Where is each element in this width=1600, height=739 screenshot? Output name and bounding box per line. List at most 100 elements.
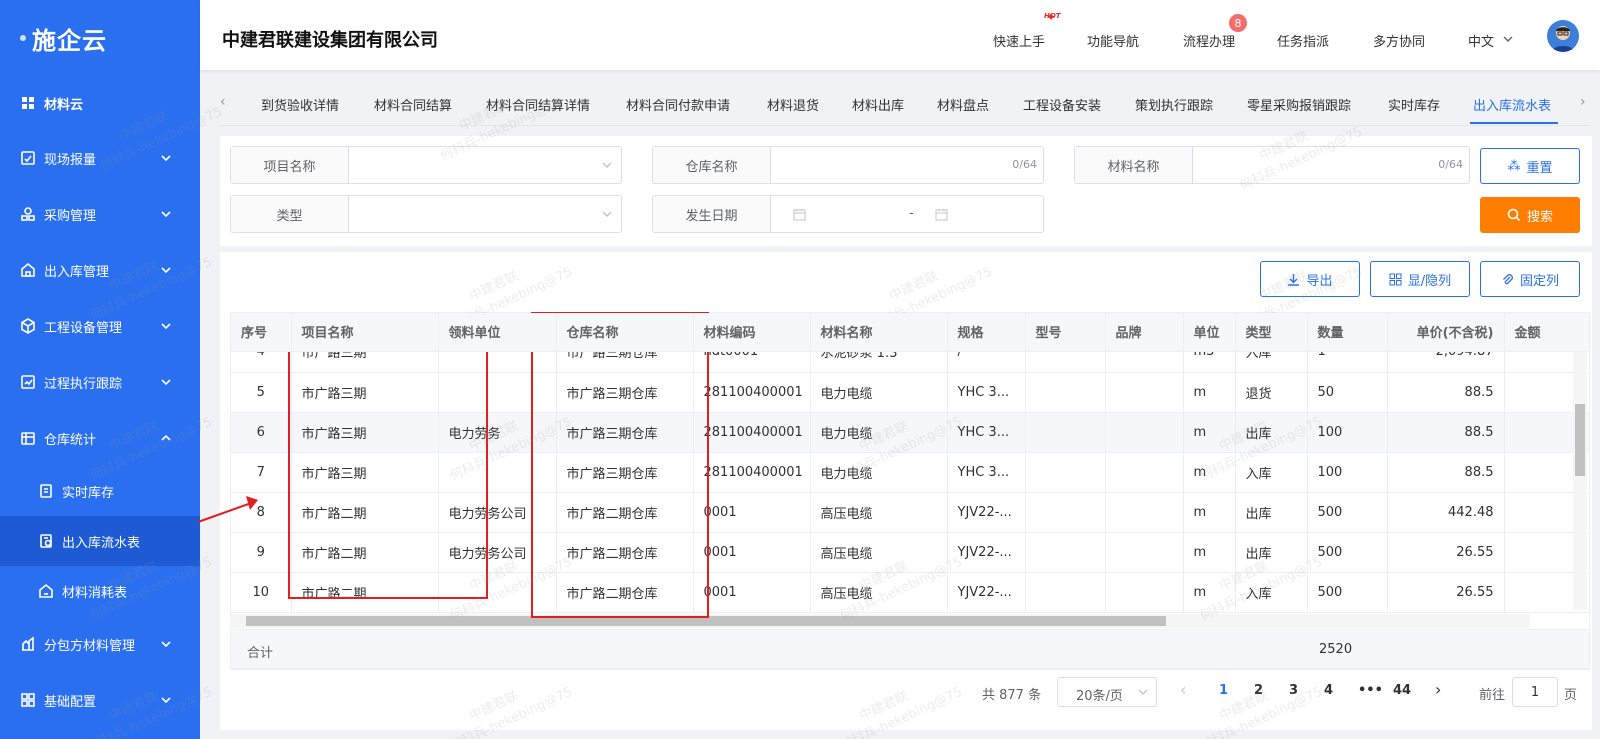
fixed-columns-button[interactable]: 固定列 (1480, 261, 1580, 297)
date-range-input[interactable]: - (771, 196, 1043, 232)
sidebar-sub-realtime-stock[interactable]: 实时库存 (0, 466, 200, 516)
tab-contract-settle[interactable]: 材料合同结算 (374, 95, 452, 114)
project-select[interactable] (349, 147, 621, 183)
sidebar-item-equipment[interactable]: 工程设备管理 (0, 298, 200, 354)
cell-unit: m (1183, 372, 1236, 413)
toggle-columns-button[interactable]: 显/隐列 (1370, 261, 1470, 297)
clipboard-icon (38, 483, 54, 499)
nav-quick-start[interactable]: 快速上手 (993, 31, 1045, 50)
sidebar-item-field-report[interactable]: 现场报量 (0, 130, 200, 186)
page-3[interactable]: 3 (1289, 683, 1298, 698)
cell-material-code: 0001 (693, 492, 811, 533)
sidebar-item-tracking[interactable]: 过程执行跟踪 (0, 354, 200, 410)
cell-qty: 100 (1307, 412, 1388, 453)
chevron-down-icon (161, 323, 171, 330)
cell-price: 26.55 (1387, 572, 1505, 613)
col-header-material-code[interactable]: 材料编码 (693, 313, 811, 352)
vertical-scroll-thumb[interactable] (1575, 404, 1585, 476)
cell-price: 88.5 (1387, 372, 1505, 413)
sidebar-sub-consumption[interactable]: 材料消耗表 (0, 566, 200, 616)
cell-type: 出库 (1235, 532, 1308, 573)
sidebar-item-base-config[interactable]: 基础配置 (0, 672, 200, 728)
tab-arrival-check[interactable]: 到货验收详情 (261, 95, 339, 114)
cell-price: 26.55 (1387, 532, 1505, 573)
tab-inout-flow[interactable]: 出入库流水表 (1473, 95, 1551, 114)
page-4[interactable]: 4 (1324, 683, 1333, 698)
nav-process[interactable]: 流程办理 (1183, 31, 1235, 50)
export-button[interactable]: 导出 (1260, 261, 1360, 297)
page-1[interactable]: 1 (1219, 683, 1228, 698)
tab-sporadic-purchase[interactable]: 零星采购报销跟踪 (1247, 95, 1351, 114)
page-44[interactable]: 44 (1393, 683, 1411, 698)
warehouse-input[interactable]: 0/64 (771, 147, 1043, 183)
nav-function-guide[interactable]: 功能导航 (1087, 31, 1139, 50)
tabs-scroll-right-icon[interactable]: › (1580, 94, 1586, 110)
sidebar-item-warehouse-stats[interactable]: 仓库统计 (0, 410, 200, 466)
top-header: 中建君联建设集团有限公司 ✦ HOT 快速上手 功能导航 流程办理 8 任务指派… (200, 0, 1600, 70)
col-header-project[interactable]: 项目名称 (291, 313, 439, 352)
fixed-columns-label: 固定列 (1519, 273, 1559, 289)
project-filter: 项目名称 (230, 146, 622, 184)
nav-task-assign[interactable]: 任务指派 (1277, 31, 1329, 50)
page-more[interactable]: ••• (1358, 683, 1383, 698)
app-logo[interactable]: 施企云 (0, 0, 200, 76)
tab-equipment-install[interactable]: 工程设备安装 (1023, 95, 1101, 114)
page-size-label: 20条/页 (1076, 689, 1123, 704)
avatar[interactable] (1547, 20, 1579, 52)
cell-material-code: 281100400001 (693, 412, 811, 453)
tab-material-out[interactable]: 材料出库 (852, 95, 904, 114)
tab-contract-settle-detail[interactable]: 材料合同结算详情 (486, 95, 590, 114)
language-select[interactable]: 中文 (1468, 31, 1494, 50)
col-header-receiver[interactable]: 领料单位 (438, 313, 557, 352)
page-size-select[interactable]: 20条/页 (1057, 677, 1157, 707)
project-label: 项目名称 (231, 147, 349, 183)
col-header-index[interactable]: 序号 (231, 313, 292, 352)
goto-page-input[interactable]: 1 (1512, 677, 1558, 707)
col-header-model[interactable]: 型号 (1025, 313, 1106, 352)
vertical-scrollbar[interactable] (1573, 352, 1587, 610)
cell-type: 出库 (1235, 492, 1308, 533)
annotation-arrow-icon (197, 496, 258, 523)
col-header-brand[interactable]: 品牌 (1105, 313, 1184, 352)
material-char-count: 0/64 (1438, 158, 1463, 171)
prev-page-icon[interactable]: ‹ (1180, 680, 1186, 699)
reset-button[interactable]: ⁂ 重置 (1480, 148, 1580, 184)
sidebar-home[interactable]: 材料云 (0, 76, 200, 130)
tracking-icon (20, 374, 36, 390)
col-header-material-name[interactable]: 材料名称 (810, 313, 948, 352)
cell-material-name: 电力电缆 (810, 372, 948, 413)
col-header-spec[interactable]: 规格 (947, 313, 1026, 352)
col-header-qty[interactable]: 数量 (1307, 313, 1388, 352)
tab-material-inventory[interactable]: 材料盘点 (937, 95, 989, 114)
sidebar-item-inout[interactable]: 出入库管理 (0, 242, 200, 298)
col-header-type[interactable]: 类型 (1235, 313, 1308, 352)
col-header-amount[interactable]: 金额 (1504, 313, 1589, 352)
summary-row: 合计 2520 (230, 629, 1590, 669)
cell-qty: 50 (1307, 372, 1388, 413)
sidebar-item-label: 工程设备管理 (44, 320, 123, 336)
horizontal-scrollbar[interactable] (230, 614, 1530, 628)
sidebar-item-subcontract[interactable]: 分包方材料管理 (0, 616, 200, 672)
type-select[interactable] (349, 196, 621, 232)
tab-plan-tracking[interactable]: 策划执行跟踪 (1135, 95, 1213, 114)
nav-collaboration[interactable]: 多方协同 (1373, 31, 1425, 50)
sidebar-sub-inout-flow[interactable]: 出入库流水表 (0, 516, 200, 566)
next-page-icon[interactable]: › (1435, 680, 1441, 699)
sidebar-item-purchase[interactable]: 采购管理 (0, 186, 200, 242)
tab-realtime-stock[interactable]: 实时库存 (1388, 95, 1440, 114)
cell-model (1025, 572, 1106, 613)
page-2[interactable]: 2 (1254, 683, 1263, 698)
tab-material-return[interactable]: 材料退货 (767, 95, 819, 114)
hot-badge: HOT (1044, 12, 1061, 20)
search-button[interactable]: 搜索 (1480, 197, 1580, 233)
cell-material-name: 高压电缆 (810, 572, 948, 613)
col-header-unit[interactable]: 单位 (1183, 313, 1236, 352)
tab-contract-payment[interactable]: 材料合同付款申请 (626, 95, 730, 114)
tabs-scroll-left-icon[interactable]: ‹ (220, 94, 226, 110)
date-label: 发生日期 (653, 196, 771, 232)
col-header-warehouse[interactable]: 仓库名称 (556, 313, 694, 352)
cell-price: 442.48 (1387, 492, 1505, 533)
cell-type: 出库 (1235, 412, 1308, 453)
col-header-price[interactable]: 单价(不含税) (1387, 313, 1505, 352)
material-input[interactable]: 0/64 (1193, 147, 1469, 183)
